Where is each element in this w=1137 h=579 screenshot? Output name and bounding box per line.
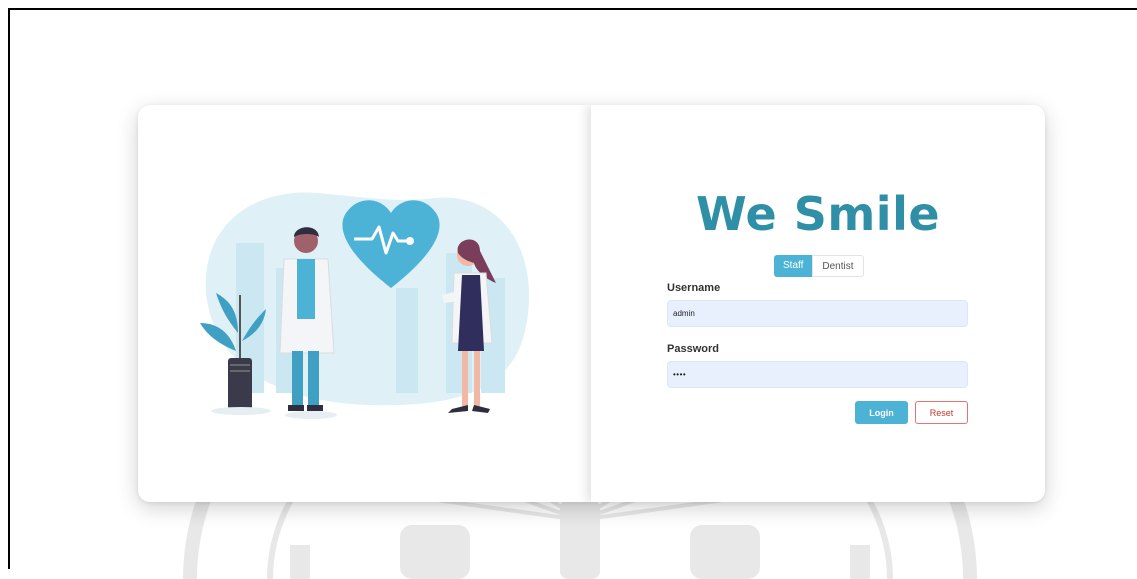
reset-button[interactable]: Reset — [915, 401, 968, 424]
role-toggle: Staff Dentist — [774, 255, 864, 277]
password-input[interactable]: •••• — [667, 361, 968, 388]
page-frame: We Smile Staff Dentist Username admin Pa… — [8, 8, 1137, 579]
username-label: Username — [667, 282, 721, 294]
app-title: We Smile — [695, 187, 941, 241]
password-label: Password — [667, 343, 719, 355]
login-button[interactable]: Login — [855, 401, 908, 424]
staff-tab[interactable]: Staff — [774, 255, 813, 277]
illustration-panel — [138, 105, 591, 502]
dentist-tab[interactable]: Dentist — [812, 255, 864, 277]
login-panel: We Smile Staff Dentist Username admin Pa… — [591, 105, 1045, 502]
username-input[interactable]: admin — [667, 300, 968, 327]
login-card: We Smile Staff Dentist Username admin Pa… — [138, 105, 1045, 502]
doctors-illustration — [200, 192, 530, 419]
